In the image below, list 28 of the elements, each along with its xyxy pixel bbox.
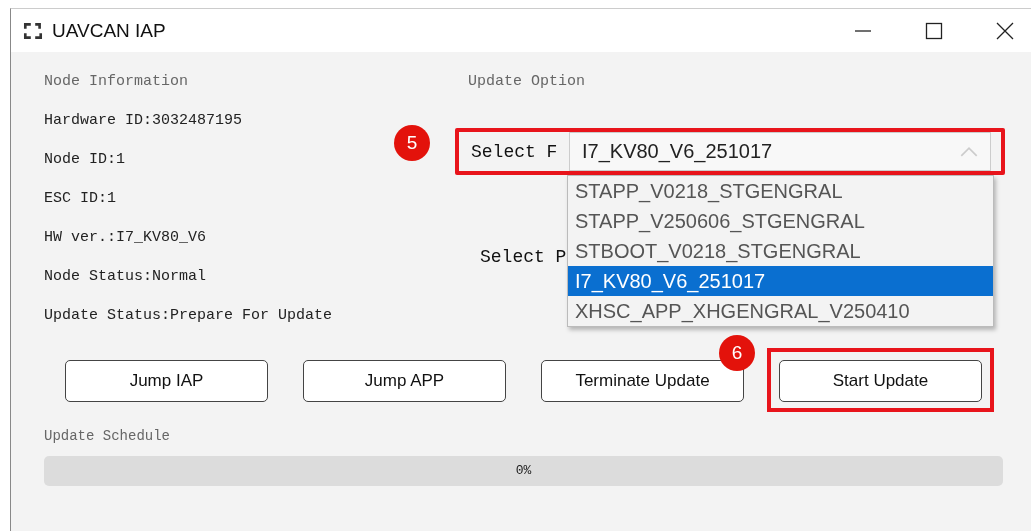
dropdown-option[interactable]: I7_KV80_V6_251017	[568, 266, 993, 296]
dropdown-option[interactable]: STBOOT_V0218_STGENGRAL	[568, 236, 993, 266]
maximize-icon[interactable]	[924, 20, 944, 41]
section-heading: Update Option	[468, 72, 586, 92]
field-label: Select F	[470, 141, 559, 162]
action-button[interactable]: Terminate Update	[541, 360, 744, 402]
action-button[interactable]: Jump IAP	[65, 360, 268, 402]
step-badge: 6	[719, 335, 755, 371]
info-text: Node Status:Normal	[44, 267, 207, 287]
info-text: Node ID:1	[44, 150, 125, 170]
action-button[interactable]: Jump APP	[303, 360, 506, 402]
progress-text: 0%	[514, 462, 533, 480]
info-text: HW ver.:I7_KV80_V6	[44, 228, 207, 248]
dropdown-option[interactable]: STAPP_V0218_STGENGRAL	[568, 176, 993, 206]
info-text: Update Status:Prepare For Update	[44, 306, 333, 326]
info-text: Hardware ID:3032487195	[44, 111, 243, 131]
step-badge: 5	[394, 125, 430, 161]
info-text: ESC ID:1	[44, 189, 116, 209]
select-dropdown[interactable]: I7_KV80_V6_251017	[569, 132, 991, 171]
dropdown-option[interactable]: XHSC_APP_XHGENGRAL_V250410	[568, 296, 993, 326]
caret-icon	[960, 146, 978, 157]
field-label: Select P	[479, 246, 568, 267]
window-title: UAVCAN IAP	[52, 19, 166, 42]
section-heading: Update Schedule	[44, 427, 171, 446]
section-heading: Node Information	[44, 72, 189, 92]
dropdown-option[interactable]: STAPP_V250606_STGENGRAL	[568, 206, 993, 236]
close-icon[interactable]	[995, 20, 1015, 41]
action-button[interactable]: Start Update	[779, 360, 982, 402]
